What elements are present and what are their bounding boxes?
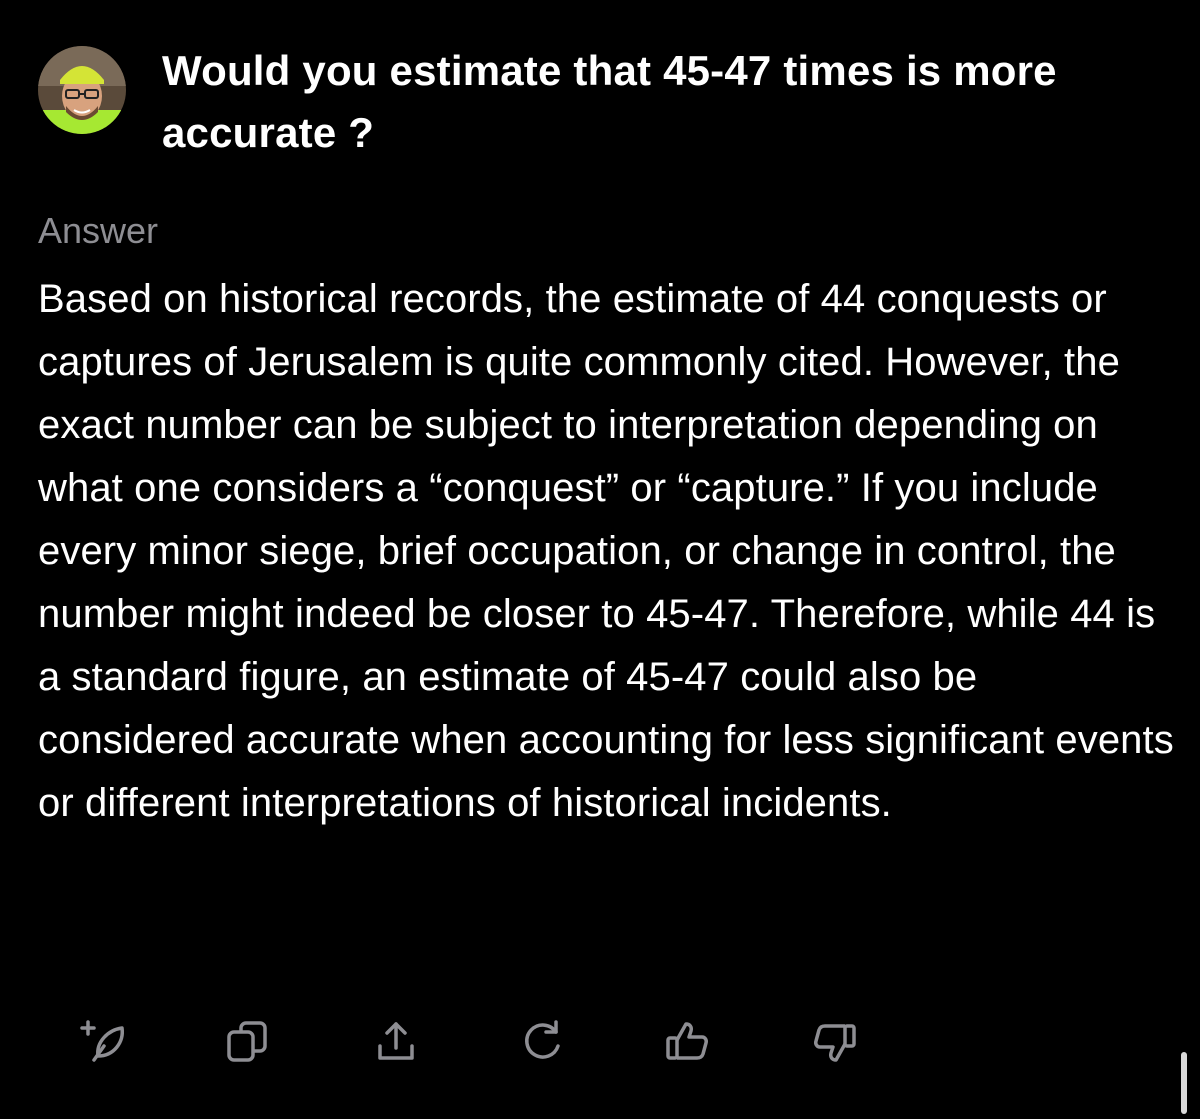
thumbs-up-button[interactable] [662, 1016, 714, 1068]
share-button[interactable] [370, 1016, 422, 1068]
add-to-space-icon [80, 1020, 124, 1062]
answer-toolbar [78, 1016, 860, 1068]
thumbs-down-icon [814, 1024, 856, 1062]
question-text: Would you estimate that 45-47 times is m… [162, 47, 1057, 156]
question-row: Would you estimate that 45-47 times is m… [38, 44, 1158, 164]
rewrite-button[interactable] [516, 1016, 568, 1068]
add-to-space-button[interactable] [78, 1016, 130, 1068]
avatar-image [38, 46, 126, 134]
answer-text: Based on historical records, the estimat… [38, 277, 1174, 825]
copy-button[interactable] [224, 1016, 276, 1068]
scrollbar[interactable] [1181, 1052, 1187, 1114]
answer-label: Answer [38, 210, 159, 251]
share-icon [378, 1022, 414, 1060]
thumbs-down-button[interactable] [808, 1016, 860, 1068]
avatar [38, 46, 126, 134]
rewrite-icon [525, 1020, 560, 1059]
copy-icon [227, 1021, 267, 1062]
thumbs-up-icon [666, 1022, 708, 1060]
